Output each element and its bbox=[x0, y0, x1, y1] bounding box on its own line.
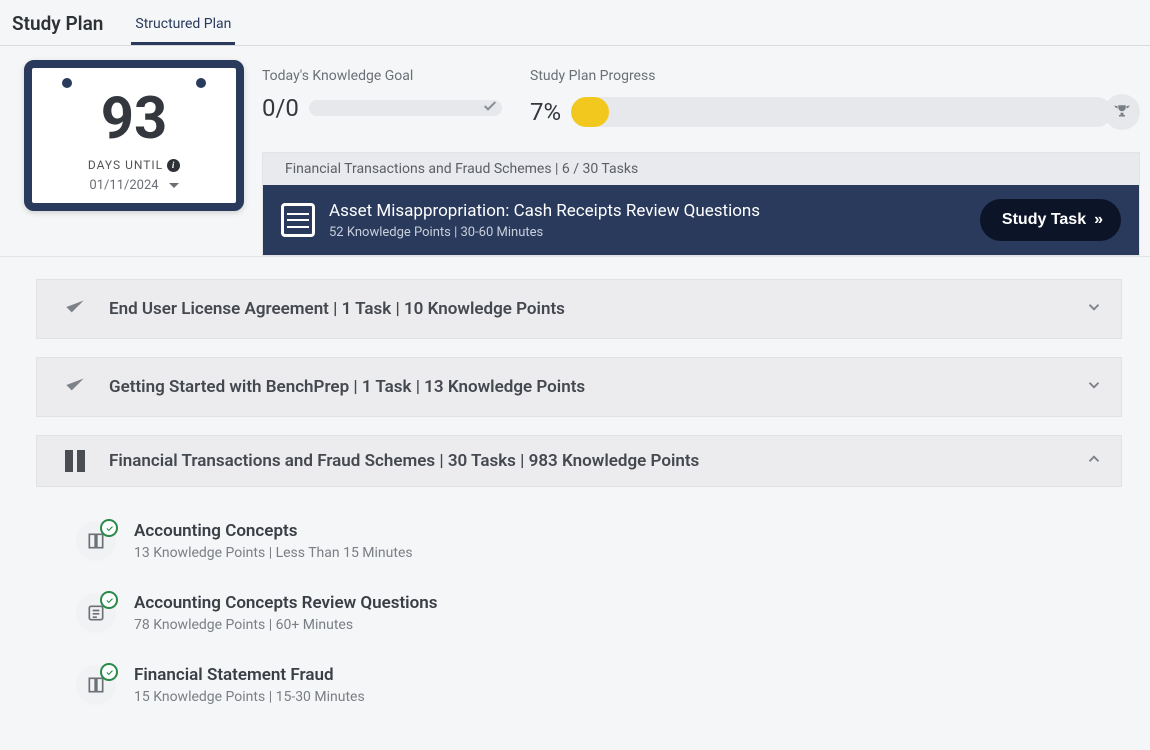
task-item[interactable]: Accounting Concepts 13 Knowledge Points |… bbox=[66, 505, 1122, 577]
check-icon bbox=[482, 100, 498, 116]
task-item-subtitle: 13 Knowledge Points | Less Than 15 Minut… bbox=[134, 545, 413, 561]
task-item-title: Accounting Concepts bbox=[134, 521, 413, 541]
current-task-title: Asset Misappropriation: Cash Receipts Re… bbox=[329, 201, 760, 221]
exam-date-dropdown[interactable]: 01/11/2024 bbox=[40, 178, 228, 193]
book-icon bbox=[76, 665, 116, 705]
task-item[interactable]: Accounting Concepts Review Questions 78 K… bbox=[66, 577, 1122, 649]
list-icon bbox=[281, 203, 315, 237]
section-row[interactable]: Financial Transactions and Fraud Schemes… bbox=[36, 435, 1122, 487]
chevron-right-icon: » bbox=[1094, 211, 1099, 229]
page-title: Study Plan bbox=[12, 12, 103, 45]
exam-date-value: 01/11/2024 bbox=[89, 178, 158, 193]
countdown-card: 93 DAYS UNTIL i 01/11/2024 bbox=[24, 60, 244, 211]
plan-progress-label: Study Plan Progress bbox=[530, 68, 1140, 84]
current-task-subtitle: 52 Knowledge Points | 30-60 Minutes bbox=[329, 225, 760, 240]
book-icon bbox=[76, 521, 116, 561]
section-row[interactable]: Getting Started with BenchPrep | 1 Task … bbox=[36, 357, 1122, 417]
goal-progress-bar bbox=[309, 100, 502, 116]
caret-down-icon bbox=[169, 183, 179, 188]
plan-progress-value: 7% bbox=[530, 98, 561, 126]
section-row[interactable]: End User License Agreement | 1 Task | 10… bbox=[36, 279, 1122, 339]
days-number: 93 bbox=[40, 90, 228, 148]
check-icon bbox=[62, 372, 88, 402]
current-task-header: Financial Transactions and Fraud Schemes… bbox=[263, 153, 1139, 185]
section-title: Getting Started with BenchPrep | 1 Task … bbox=[109, 377, 585, 397]
chevron-down-icon bbox=[1085, 298, 1103, 320]
study-task-button[interactable]: Study Task » bbox=[980, 199, 1121, 241]
list-icon bbox=[76, 593, 116, 633]
task-item-title: Accounting Concepts Review Questions bbox=[134, 593, 437, 613]
task-item[interactable]: Financial Statement Fraud 15 Knowledge Po… bbox=[66, 649, 1122, 721]
goal-value: 0/0 bbox=[262, 94, 299, 122]
plan-progress-bar bbox=[571, 97, 1112, 127]
check-icon bbox=[62, 294, 88, 324]
trophy-icon bbox=[1104, 94, 1140, 130]
info-icon[interactable]: i bbox=[167, 159, 180, 172]
section-title: Financial Transactions and Fraud Schemes… bbox=[109, 451, 699, 471]
days-until-label: DAYS UNTIL bbox=[88, 158, 163, 172]
section-title: End User License Agreement | 1 Task | 10… bbox=[109, 299, 565, 319]
task-item-subtitle: 15 Knowledge Points | 15-30 Minutes bbox=[134, 689, 365, 705]
task-item-subtitle: 78 Knowledge Points | 60+ Minutes bbox=[134, 617, 437, 633]
tab-structured-plan[interactable]: Structured Plan bbox=[131, 10, 235, 45]
pause-icon bbox=[65, 450, 85, 472]
task-item-title: Financial Statement Fraud bbox=[134, 665, 365, 685]
goal-label: Today's Knowledge Goal bbox=[262, 68, 502, 84]
chevron-up-icon bbox=[1085, 450, 1103, 472]
chevron-down-icon bbox=[1085, 376, 1103, 398]
